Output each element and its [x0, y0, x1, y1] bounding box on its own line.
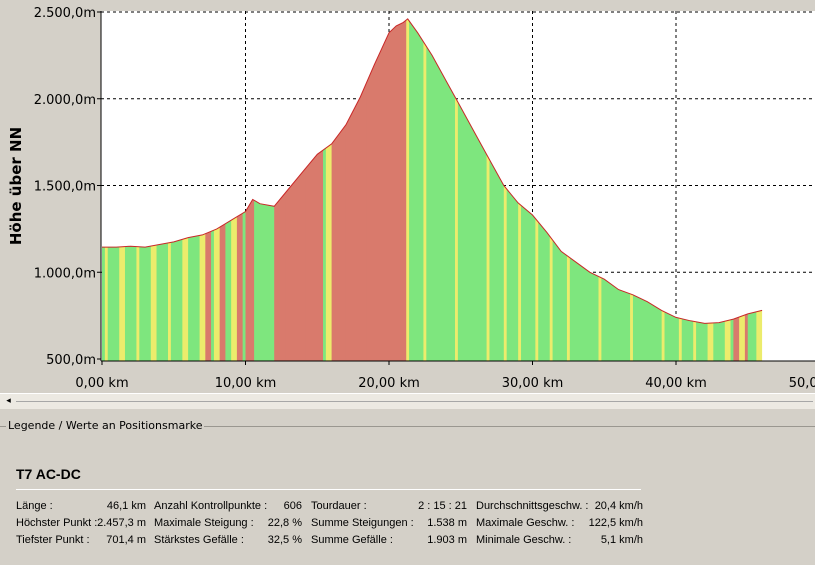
- elevation-chart-panel: 500,0m 1.000,0m 1.500,0m 2.000,0m 2.500,0m 0…: [0, 0, 815, 393]
- y-axis-ticks: 500,0m 1.000,0m 1.500,0m 2.000,0m 2.500,0m: [34, 6, 101, 368]
- stat-label: Tourdauer :: [311, 500, 367, 512]
- x-tick-label: 30,00 km: [502, 376, 564, 391]
- stat-label: Minimale Geschw. :: [476, 534, 572, 546]
- y-tick-label: 1.000,0m: [34, 266, 96, 281]
- y-tick-label: 500,0m: [46, 353, 96, 368]
- stat-value: 2 : 15 : 21: [418, 500, 467, 512]
- stats-separator: [16, 489, 641, 490]
- x-tick-label: 50,00 km: [789, 376, 815, 391]
- x-axis-ticks: 0,00 km 10,00 km 20,00 km 30,00 km 40,00 km 5…: [75, 361, 815, 391]
- tour-name: T7 AC-DC: [16, 466, 81, 482]
- stat-label: Summe Gefälle :: [311, 534, 393, 546]
- stat-label: Stärkstes Gefälle :: [154, 534, 244, 546]
- stat-label: Maximale Steigung :: [154, 517, 254, 529]
- scrollbar-track[interactable]: [16, 401, 813, 402]
- stat-value: 46,1 km: [106, 500, 146, 512]
- stat-value: 5,1 km/h: [600, 534, 643, 546]
- stat-label: Tiefster Punkt :: [16, 534, 90, 546]
- y-tick-label: 1.500,0m: [34, 180, 96, 195]
- stat-value: 2.457,3 m: [97, 517, 146, 529]
- stat-value: 22,8 %: [267, 517, 302, 529]
- stat-value: 1.538 m: [427, 517, 467, 529]
- x-tick-label: 40,00 km: [645, 376, 707, 391]
- stat-value: 122,5 km/h: [588, 517, 643, 529]
- elevation-chart[interactable]: 500,0m 1.000,0m 1.500,0m 2.000,0m 2.500,0m 0…: [0, 0, 815, 393]
- stat-value: 701,4 m: [106, 534, 146, 546]
- x-tick-label: 20,00 km: [358, 376, 420, 391]
- stat-value: 1.903 m: [427, 534, 467, 546]
- x-tick-label: 0,00 km: [75, 376, 128, 391]
- stat-value: 606: [283, 500, 302, 512]
- scroll-left-arrow-icon[interactable]: ◂: [2, 394, 15, 409]
- stat-value: 20,4 km/h: [594, 500, 643, 512]
- horizontal-scrollbar[interactable]: ◂: [0, 393, 815, 409]
- stat-label: Durchschnittsgeschw. :: [476, 500, 589, 512]
- stat-label: Länge :: [16, 500, 53, 512]
- stat-label: Anzahl Kontrollpunkte :: [154, 500, 268, 512]
- x-tick-label: 10,00 km: [215, 376, 277, 391]
- stat-label: Maximale Geschw. :: [476, 517, 575, 529]
- y-tick-label: 2.000,0m: [34, 93, 96, 108]
- stat-label: Summe Steigungen :: [311, 517, 414, 529]
- y-axis-label: Höhe über NN: [7, 126, 25, 246]
- legend-caption: Legende / Werte an Positionsmarke: [6, 419, 205, 432]
- stat-label: Höchster Punkt :: [16, 517, 98, 529]
- y-tick-label: 2.500,0m: [34, 6, 96, 21]
- stat-value: 32,5 %: [267, 534, 302, 546]
